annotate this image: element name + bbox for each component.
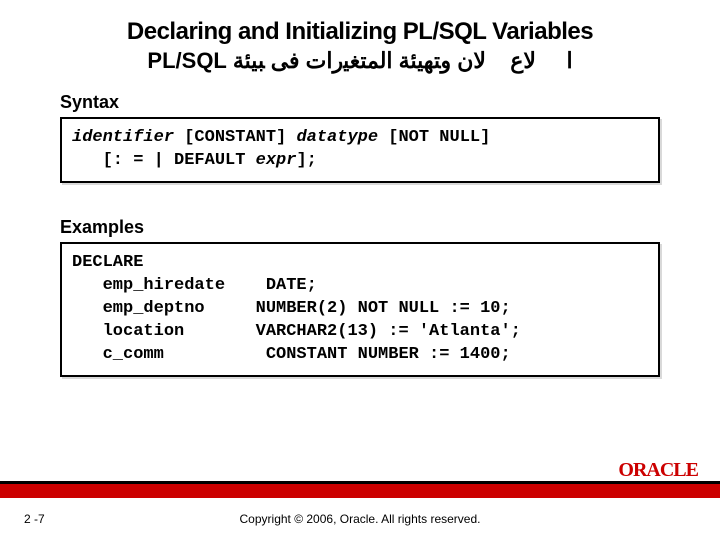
syntax-text-2: [NOT NULL]: [378, 128, 490, 147]
slide-content: Declaring and Initializing PL/SQL Variab…: [0, 0, 720, 377]
subtitle-arabic-2: ﻻﻉ: [510, 48, 536, 74]
syntax-text-1: [CONSTANT]: [174, 128, 296, 147]
syntax-text-4: ];: [296, 151, 316, 170]
slide-title: Declaring and Initializing PL/SQL Variab…: [60, 18, 660, 46]
syntax-expr: expr: [256, 151, 297, 170]
syntax-text-3: [: = | DEFAULT: [72, 151, 256, 170]
example-line-1: DECLARE: [72, 253, 143, 272]
example-line-5: c_comm CONSTANT NUMBER := 1400;: [72, 345, 511, 364]
examples-box: DECLARE emp_hiredate DATE; emp_deptno NU…: [60, 242, 660, 377]
example-line-4: location VARCHAR2(13) := 'Atlanta';: [72, 322, 521, 341]
accent-bar: [0, 484, 720, 498]
footer: 2 -7 Copyright © 2006, Oracle. All right…: [0, 498, 720, 540]
subtitle-arabic-3: ﺍ: [566, 48, 572, 74]
examples-heading: Examples: [60, 217, 660, 238]
subtitle-arabic-1: ﻻﻥ ﻭﺘﻬﻴﺌﺔ ﺍﻟﻤﺘﻐﻴﺭﺍﺕ ﻓﻰ ﺒﻴﺌﺔ: [233, 48, 486, 74]
page-number: 2 -7: [24, 512, 45, 526]
example-line-3: emp_deptno NUMBER(2) NOT NULL := 10;: [72, 299, 511, 318]
syntax-heading: Syntax: [60, 92, 660, 113]
oracle-logo: ORACLE: [618, 459, 698, 482]
syntax-box: identifier [CONSTANT] datatype [NOT NULL…: [60, 117, 660, 183]
subtitle-plsql: PL/SQL: [147, 48, 226, 73]
example-line-2: emp_hiredate DATE;: [72, 276, 317, 295]
syntax-identifier: identifier: [72, 128, 174, 147]
copyright-text: Copyright © 2006, Oracle. All rights res…: [0, 512, 720, 526]
syntax-datatype: datatype: [296, 128, 378, 147]
slide-subtitle: PL/SQL ﻻﻥ ﻭﺘﻬﻴﺌﺔ ﺍﻟﻤﺘﻐﻴﺭﺍﺕ ﻓﻰ ﺒﻴﺌﺔ ﻻﻉ ﺍ: [60, 48, 660, 74]
